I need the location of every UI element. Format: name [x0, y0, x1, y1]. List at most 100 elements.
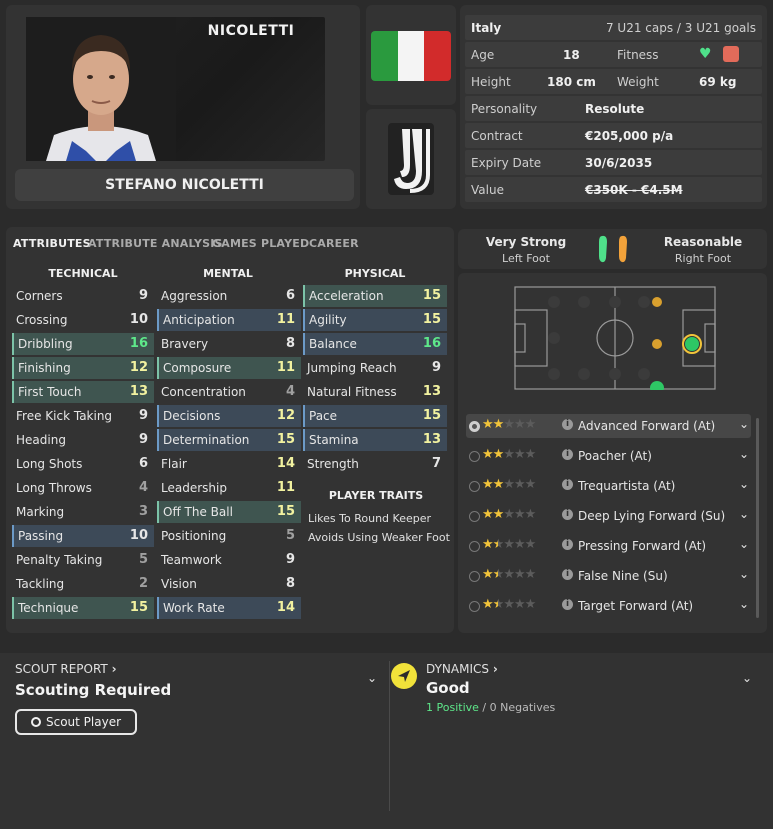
physical-header: PHYSICAL	[344, 267, 406, 280]
player-traits-title: PLAYER TRAITS	[328, 489, 424, 502]
attribute-row[interactable]: Natural Fitness 13	[303, 381, 447, 403]
tab-career[interactable]: CAREER	[309, 237, 359, 250]
info-icon[interactable]: i	[562, 419, 573, 430]
role-name: Target Forward (At)	[578, 599, 694, 613]
attribute-row[interactable]: Aggression 6	[157, 285, 301, 307]
attribute-row[interactable]: Work Rate 14	[157, 597, 301, 619]
attribute-row[interactable]: Passing 10	[12, 525, 154, 547]
weight-value: 69 kg	[699, 75, 737, 89]
chevron-down-icon[interactable]: ⌄	[739, 597, 749, 611]
role-radio[interactable]	[469, 571, 480, 582]
attribute-value: 11	[276, 360, 295, 375]
chevron-down-icon[interactable]: ⌄	[742, 671, 752, 685]
attribute-name: Finishing	[18, 361, 71, 375]
attribute-row[interactable]: Strength 7	[303, 453, 447, 475]
attribute-row[interactable]: Composure 11	[157, 357, 301, 379]
chevron-down-icon[interactable]: ⌄	[739, 417, 749, 431]
info-icon[interactable]: i	[562, 569, 573, 580]
attribute-value: 14	[276, 456, 295, 471]
role-radio[interactable]	[469, 481, 480, 492]
attribute-row[interactable]: Marking 3	[12, 501, 154, 523]
attribute-row[interactable]: Heading 9	[12, 429, 154, 451]
attribute-row[interactable]: Technique 15	[12, 597, 154, 619]
nation-name[interactable]: Italy	[471, 21, 501, 35]
attribute-row[interactable]: Tackling 2	[12, 573, 154, 595]
attribute-row[interactable]: Pace 15	[303, 405, 447, 427]
role-row[interactable]: ★★★★★ i Trequartista (At) ⌄	[466, 474, 751, 498]
info-icon[interactable]: i	[562, 509, 573, 520]
attribute-row[interactable]: Balance 16	[303, 333, 447, 355]
attributes-panel: ATTRIBUTES ATTRIBUTE ANALYSIS GAMES PLAY…	[6, 227, 454, 633]
scout-report-link[interactable]: SCOUT REPORT ›	[15, 662, 117, 676]
attribute-row[interactable]: Bravery 8	[157, 333, 301, 355]
info-icon[interactable]: i	[562, 449, 573, 460]
attribute-value: 7	[431, 456, 441, 471]
role-radio[interactable]	[469, 421, 480, 432]
role-row[interactable]: ★★★★★ i False Nine (Su) ⌄	[466, 564, 751, 588]
role-row[interactable]: ★★★★★ i Pressing Forward (At) ⌄	[466, 534, 751, 558]
attribute-row[interactable]: Stamina 13	[303, 429, 447, 451]
role-radio[interactable]	[469, 511, 480, 522]
role-row[interactable]: ★★★★★ i Advanced Forward (At) ⌄	[466, 414, 751, 438]
attribute-row[interactable]: Off The Ball 15	[157, 501, 301, 523]
attribute-row[interactable]: Acceleration 15	[303, 285, 447, 307]
attribute-name: Stamina	[309, 433, 359, 447]
role-radio[interactable]	[469, 601, 480, 612]
panel-divider	[389, 661, 390, 811]
attribute-row[interactable]: Teamwork 9	[157, 549, 301, 571]
attribute-row[interactable]: Determination 15	[157, 429, 301, 451]
nation-flag-panel[interactable]	[366, 5, 456, 105]
attribute-name: Balance	[309, 337, 357, 351]
attribute-row[interactable]: Anticipation 11	[157, 309, 301, 331]
attribute-row[interactable]: Positioning 5	[157, 525, 301, 547]
tab-games-played[interactable]: GAMES PLAYED	[212, 237, 309, 250]
attribute-row[interactable]: Penalty Taking 5	[12, 549, 154, 571]
dynamics-link[interactable]: DYNAMICS ›	[426, 662, 498, 676]
role-radio[interactable]	[469, 541, 480, 552]
role-row[interactable]: ★★★★★ i Deep Lying Forward (Su) ⌄	[466, 504, 751, 528]
info-icon[interactable]: i	[562, 539, 573, 550]
tab-attribute-analysis[interactable]: ATTRIBUTE ANALYSIS	[88, 237, 223, 250]
attribute-row[interactable]: Corners 9	[12, 285, 154, 307]
attribute-row[interactable]: Jumping Reach 9	[303, 357, 447, 379]
chevron-down-icon[interactable]: ⌄	[739, 567, 749, 581]
chevron-down-icon[interactable]: ⌄	[739, 447, 749, 461]
weight-label: Weight	[617, 75, 659, 89]
attribute-row[interactable]: Flair 14	[157, 453, 301, 475]
role-row[interactable]: ★★★★★ i Target Forward (At) ⌄	[466, 594, 751, 618]
scout-player-label: Scout Player	[45, 715, 122, 729]
attribute-row[interactable]: Finishing 12	[12, 357, 154, 379]
attribute-row[interactable]: Agility 15	[303, 309, 447, 331]
attribute-row[interactable]: Free Kick Taking 9	[12, 405, 154, 427]
chevron-down-icon[interactable]: ⌄	[739, 477, 749, 491]
attribute-value: 15	[422, 312, 441, 327]
trait-item[interactable]: Likes To Round Keeper	[308, 512, 431, 525]
attribute-row[interactable]: Decisions 12	[157, 405, 301, 427]
attribute-row[interactable]: Long Shots 6	[12, 453, 154, 475]
trait-item[interactable]: Avoids Using Weaker Foot	[308, 531, 450, 544]
attribute-row[interactable]: Crossing 10	[12, 309, 154, 331]
info-icon[interactable]: i	[562, 599, 573, 610]
club-badge-panel[interactable]	[366, 109, 456, 209]
info-icon[interactable]: i	[562, 479, 573, 490]
height-value: 180 cm	[547, 75, 596, 89]
chevron-down-icon[interactable]: ⌄	[739, 507, 749, 521]
attribute-row[interactable]: Concentration 4	[157, 381, 301, 403]
attribute-row[interactable]: First Touch 13	[12, 381, 154, 403]
scout-player-button[interactable]: Scout Player	[15, 709, 137, 735]
expiry-row: Expiry Date 30/6/2035	[465, 150, 762, 175]
tab-attributes[interactable]: ATTRIBUTES	[13, 237, 91, 250]
attribute-row[interactable]: Dribbling 16	[12, 333, 154, 355]
attribute-row[interactable]: Vision 8	[157, 573, 301, 595]
attribute-name: Strength	[307, 457, 359, 471]
role-radio[interactable]	[469, 451, 480, 462]
player-full-name[interactable]: STEFANO NICOLETTI	[15, 169, 354, 201]
attribute-row[interactable]: Leadership 11	[157, 477, 301, 499]
attribute-row[interactable]: Long Throws 4	[12, 477, 154, 499]
attribute-name: Heading	[16, 433, 66, 447]
role-row[interactable]: ★★★★★ i Poacher (At) ⌄	[466, 444, 751, 468]
chevron-down-icon[interactable]: ⌄	[739, 537, 749, 551]
roles-scrollbar[interactable]	[756, 418, 759, 618]
attribute-name: Dribbling	[18, 337, 73, 351]
chevron-down-icon[interactable]: ⌄	[367, 671, 377, 685]
